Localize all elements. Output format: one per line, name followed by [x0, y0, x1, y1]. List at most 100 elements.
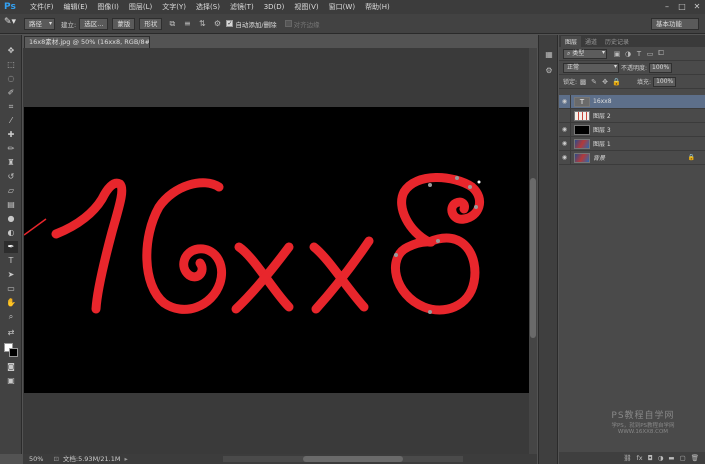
tab-history[interactable]: 历史记录 — [601, 36, 633, 47]
healing-brush-tool-icon[interactable]: ✚ — [4, 129, 18, 141]
menu-type[interactable]: 文字(Y) — [157, 2, 191, 12]
lasso-tool-icon[interactable]: ◌ — [4, 73, 18, 85]
layer-row[interactable]: ◉ 图层 2 — [559, 108, 705, 123]
blur-tool-icon[interactable]: ● — [4, 213, 18, 225]
layer-row[interactable]: ◉ T 16xx8 — [559, 94, 705, 109]
align-edges-checkbox[interactable]: 对齐边缘 — [284, 19, 320, 29]
default-colors-icon[interactable]: ⇄ — [4, 327, 18, 339]
background-color-swatch[interactable] — [9, 348, 18, 357]
pen-tool-preset-icon[interactable]: ✎▾ — [4, 17, 24, 31]
auto-add-delete-checkbox[interactable]: ✓ 自动添加/删除 — [226, 19, 277, 29]
path-operations-icon[interactable]: ⧉ — [166, 18, 178, 30]
make-selection-button[interactable]: 选区... — [79, 17, 109, 30]
fill-value[interactable]: 100% — [653, 76, 677, 87]
blend-mode-select[interactable]: 正常 — [563, 62, 619, 73]
gear-icon[interactable]: ⚙ — [211, 18, 223, 30]
minimize-button[interactable]: – — [660, 0, 674, 14]
quick-mask-icon[interactable]: ◙ — [4, 361, 18, 373]
filter-pixel-icon[interactable]: ▣ — [613, 50, 621, 58]
rectangle-tool-icon[interactable]: ▭ — [4, 283, 18, 295]
horizontal-scrollbar[interactable] — [223, 456, 463, 462]
path-selection-tool-icon[interactable]: ➤ — [4, 269, 18, 281]
mask-icon[interactable]: ◘ — [648, 454, 653, 462]
menu-window[interactable]: 窗口(W) — [324, 2, 360, 12]
history-panel-icon[interactable]: ▦ — [543, 49, 555, 61]
new-layer-icon[interactable]: ▢ — [680, 454, 686, 462]
menu-file[interactable]: 文件(F) — [25, 2, 59, 12]
tab-channels[interactable]: 通道 — [581, 36, 601, 47]
document-tab-title: 16x8素材.jpg @ 50% (16xx8, RGB/8#) * — [29, 38, 150, 46]
filter-shape-icon[interactable]: ▭ — [646, 50, 654, 58]
options-bar: ✎▾ 路径 建立: 选区... 蒙版 形状 ⧉ ≡ ⇅ ⚙ ✓自动添加/删除 对… — [0, 14, 705, 34]
close-button[interactable]: ✕ — [690, 0, 704, 14]
adjustment-icon[interactable]: ◑ — [658, 454, 664, 462]
hand-tool-icon[interactable]: ✋ — [4, 297, 18, 309]
type-tool-icon[interactable]: T — [4, 255, 18, 267]
link-icon[interactable]: ⛓ — [623, 454, 631, 462]
quick-select-tool-icon[interactable]: ✐ — [4, 87, 18, 99]
marquee-tool-icon[interactable]: ⬚ — [4, 59, 18, 71]
crop-tool-icon[interactable]: ⌗ — [4, 101, 18, 113]
folder-icon[interactable]: ▬ — [668, 454, 674, 462]
eye-icon[interactable]: ◉ — [559, 122, 571, 137]
vertical-scrollbar[interactable] — [529, 48, 537, 454]
lock-label: 锁定: — [563, 79, 578, 86]
export-icon[interactable]: ⊡ — [49, 454, 62, 464]
layer-row[interactable]: ◉ 背景 🔒 — [559, 150, 705, 165]
menu-filter[interactable]: 滤镜(T) — [225, 2, 259, 12]
menu-layer[interactable]: 图层(L) — [124, 2, 157, 12]
fill-label: 填充: — [637, 79, 652, 86]
zoom-level[interactable]: 50% — [23, 454, 49, 464]
layer-filter-select[interactable]: ⌕ 类型 — [563, 48, 607, 59]
menu-image[interactable]: 图像(I) — [92, 2, 124, 12]
history-brush-tool-icon[interactable]: ↺ — [4, 171, 18, 183]
filter-smart-object-icon[interactable]: ⧠ — [657, 49, 665, 58]
lock-icon: 🔒 — [687, 154, 695, 161]
brush-tool-icon[interactable]: ✏ — [4, 143, 18, 155]
path-alignment-icon[interactable]: ≡ — [181, 18, 193, 30]
fx-icon[interactable]: fx — [636, 454, 642, 462]
lock-transparent-icon[interactable]: ▩ — [579, 78, 587, 86]
screen-mode-icon[interactable]: ▣ — [4, 375, 18, 387]
document-tab[interactable]: 16x8素材.jpg @ 50% (16xx8, RGB/8#) * — [24, 36, 150, 48]
eraser-tool-icon[interactable]: ▱ — [4, 185, 18, 197]
menu-select[interactable]: 选择(S) — [191, 2, 225, 12]
eye-icon[interactable]: ◉ — [559, 150, 571, 165]
filter-adjustment-icon[interactable]: ◑ — [624, 50, 632, 58]
gradient-tool-icon[interactable]: ▤ — [4, 199, 18, 211]
eye-hidden-icon[interactable]: ◉ — [559, 108, 571, 123]
pen-tool-icon[interactable]: ✒ — [4, 241, 18, 253]
lock-position-icon[interactable]: ✥ — [601, 78, 609, 86]
status-menu-arrow-icon[interactable]: ▸ — [120, 454, 131, 464]
make-mask-button[interactable]: 蒙版 — [112, 17, 136, 30]
menu-edit[interactable]: 编辑(E) — [59, 2, 93, 12]
horizontal-scroll-thumb[interactable] — [303, 456, 403, 462]
eye-icon[interactable]: ◉ — [559, 94, 571, 109]
move-tool-icon[interactable]: ✥ — [4, 45, 18, 57]
dodge-tool-icon[interactable]: ◐ — [4, 227, 18, 239]
properties-panel-icon[interactable]: ⚙ — [543, 65, 555, 77]
lock-image-icon[interactable]: ✎ — [590, 78, 598, 86]
lock-all-icon[interactable]: 🔒 — [612, 78, 621, 86]
menu-view[interactable]: 视图(V) — [289, 2, 323, 12]
filter-type-icon[interactable]: T — [635, 50, 643, 58]
tab-layers[interactable]: 图层 — [561, 36, 582, 47]
trash-icon[interactable]: 🗑 — [691, 454, 699, 462]
pen-mode-select[interactable]: 路径 — [24, 17, 55, 30]
zoom-tool-icon[interactable]: ⌕ — [4, 311, 18, 323]
canvas[interactable] — [23, 107, 529, 393]
vertical-scroll-thumb[interactable] — [530, 178, 536, 338]
maximize-button[interactable]: □ — [675, 0, 689, 14]
menu-help[interactable]: 帮助(H) — [360, 2, 395, 12]
eye-icon[interactable]: ◉ — [559, 136, 571, 151]
path-arrangement-icon[interactable]: ⇅ — [196, 18, 208, 30]
menu-3d[interactable]: 3D(D) — [259, 3, 290, 11]
watermark-title: PS教程自学网 — [611, 411, 675, 421]
layer-row[interactable]: ◉ 图层 3 — [559, 122, 705, 137]
opacity-value[interactable]: 100% — [649, 62, 673, 73]
clone-stamp-tool-icon[interactable]: ♜ — [4, 157, 18, 169]
make-shape-button[interactable]: 形状 — [139, 17, 163, 30]
workspace-select[interactable]: 基本功能 — [651, 18, 699, 30]
layer-row[interactable]: ◉ 图层 1 — [559, 136, 705, 151]
eyedropper-tool-icon[interactable]: ⁄ — [4, 115, 18, 127]
